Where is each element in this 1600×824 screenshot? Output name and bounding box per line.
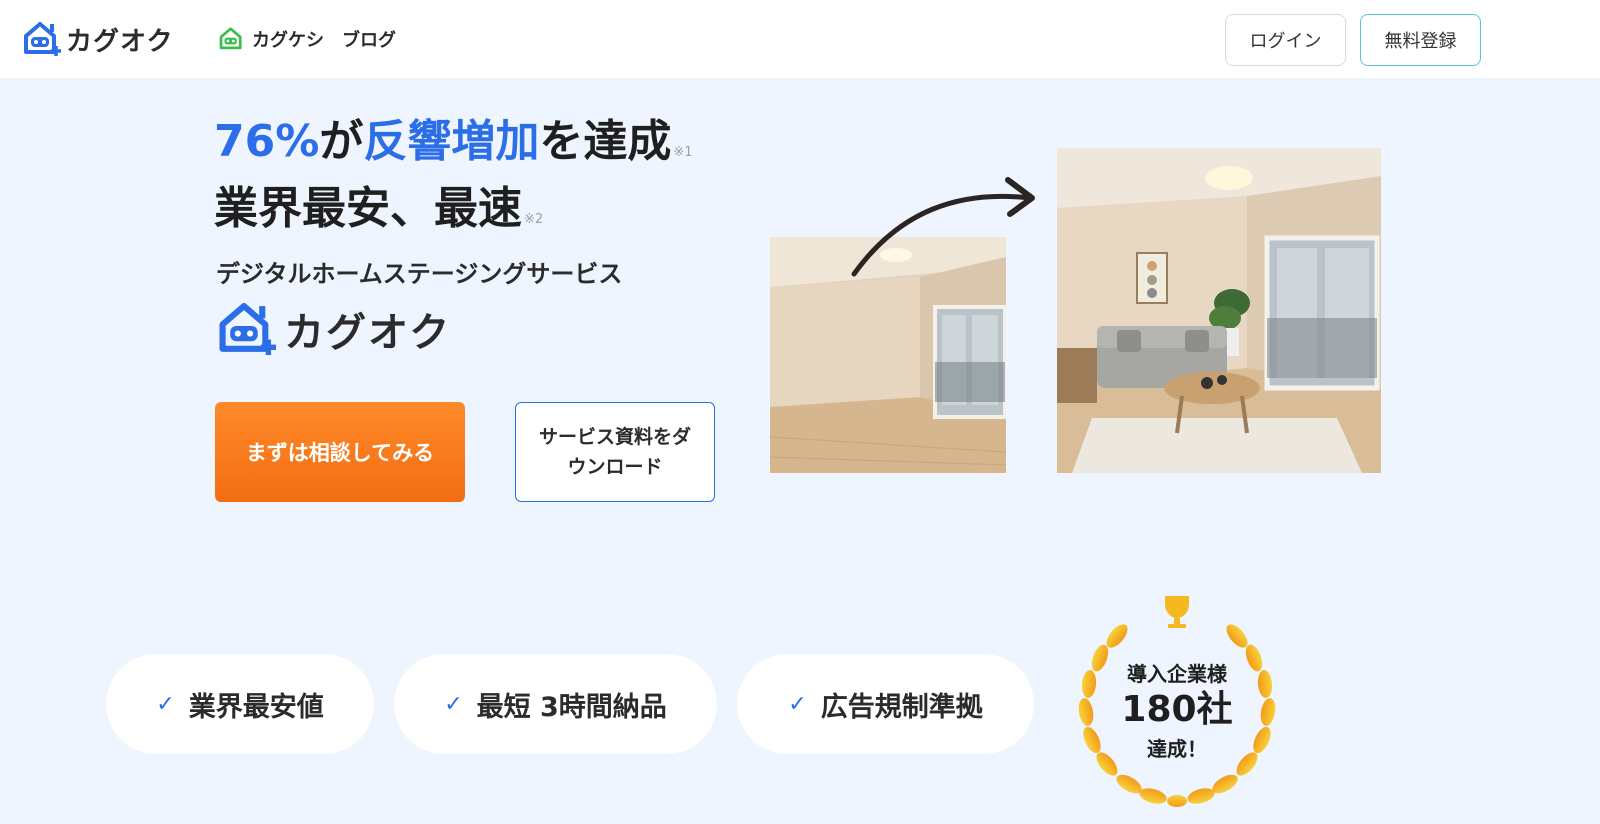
badge-line3: 達成！ <box>1147 737 1207 761</box>
check-icon: ✓ <box>788 691 807 717</box>
hero-brand-text: カグオク <box>284 310 452 356</box>
check-icon: ✓ <box>444 691 463 717</box>
achievement-badge: 導入企業様 180社 達成！ <box>1067 596 1287 816</box>
feature-label: 最短 3時間納品 <box>476 691 667 723</box>
headline-rest: を達成 <box>539 116 672 167</box>
service-subtitle: デジタルホームステージングサービス <box>216 260 623 288</box>
arrow-icon <box>851 177 1035 277</box>
signup-button[interactable]: 無料登録 <box>1360 14 1481 66</box>
feature-pill: ✓ 業界最安値 <box>106 654 374 754</box>
headline-line2: 業界最安、最速 <box>214 183 522 234</box>
headline-ga: が <box>319 116 364 167</box>
download-materials-button[interactable]: サービス資料をダウンロード <box>515 402 715 502</box>
house-robot-logo-icon <box>219 303 276 355</box>
room-after-image <box>1057 148 1381 473</box>
blog-brand-text: カグケシ <box>252 30 324 51</box>
blog-link[interactable]: カグケシ ブログ <box>218 26 396 52</box>
feature-pill: ✓ 広告規制準拠 <box>737 654 1034 754</box>
hero-headline: 76%が反響増加を達成 ※1 業界最安、最速 ※2 <box>214 114 693 248</box>
badge-text: 導入企業様 180社 達成！ <box>1067 658 1287 762</box>
footnote-1: ※1 <box>673 145 693 160</box>
feature-label: 業界最安値 <box>188 691 324 723</box>
house-robot-blog-icon <box>219 27 242 50</box>
badge-line1: 導入企業様 <box>1127 662 1227 686</box>
headline-percent: 76% <box>214 116 320 167</box>
trophy-icon <box>1165 596 1189 628</box>
feature-label: 広告規制準拠 <box>820 691 983 723</box>
feature-pill: ✓ 最短 3時間納品 <box>394 654 717 754</box>
site-logo[interactable]: カグオク <box>22 20 173 58</box>
headline-highlight: 反響増加 <box>363 116 540 167</box>
badge-count: 180社 <box>1121 689 1233 730</box>
house-robot-logo-icon <box>24 22 61 56</box>
blog-label: ブログ <box>342 30 396 51</box>
footnote-2: ※2 <box>524 212 544 227</box>
consult-button[interactable]: まずは相談してみる <box>215 402 465 502</box>
login-button[interactable]: ログイン <box>1225 14 1346 66</box>
hero-brand-logo: カグオク <box>216 300 451 358</box>
logo-text: カグオク <box>66 26 174 57</box>
check-icon: ✓ <box>156 691 175 717</box>
site-header: カグオク カグケシ ブログ ログイン 無料登録 <box>0 0 1600 78</box>
